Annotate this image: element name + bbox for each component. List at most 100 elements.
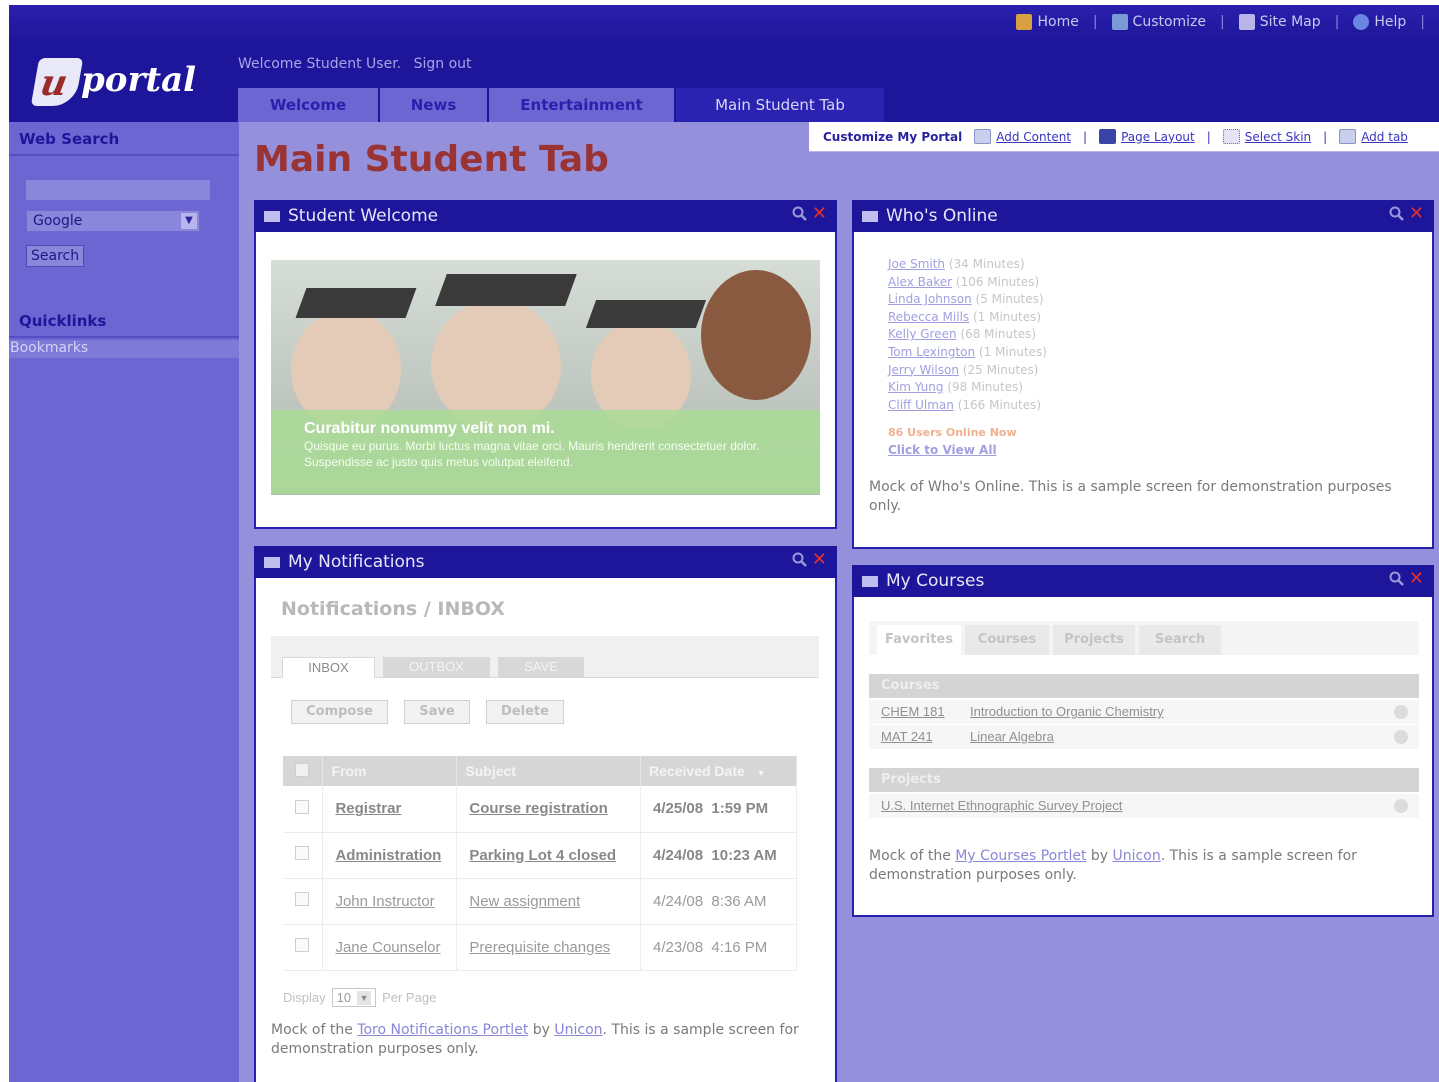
course-code-link[interactable]: MAT 241 xyxy=(881,729,933,744)
table-row[interactable]: Registrar Course registration 4/25/08 1:… xyxy=(283,786,797,833)
page-size-select[interactable]: 10 ▼ xyxy=(331,988,377,1007)
mock-note: Mock of the Toro Notifications Portlet b… xyxy=(271,1022,799,1057)
user-link[interactable]: Cliff Ulman xyxy=(888,398,954,412)
customize-link[interactable]: Customize xyxy=(1111,14,1206,30)
sender-link[interactable]: Administration xyxy=(335,847,441,864)
close-icon[interactable]: ✕ xyxy=(812,205,827,223)
column-received-date[interactable]: Received Date ▼ xyxy=(640,756,797,786)
row-checkbox[interactable] xyxy=(295,846,309,860)
list-item: Kim Yung (98 Minutes) xyxy=(888,380,1024,395)
home-link[interactable]: Home xyxy=(1016,14,1079,30)
table-row[interactable]: Jane Counselor Prerequisite changes 4/23… xyxy=(283,924,797,971)
utility-links: Home | Customize | Site Map | Help | xyxy=(1016,14,1425,30)
tab-welcome[interactable]: Welcome xyxy=(238,88,378,122)
row-checkbox[interactable] xyxy=(295,799,309,814)
table-row[interactable]: John Instructor New assignment 4/24/08 8… xyxy=(283,878,797,925)
select-all-checkbox[interactable] xyxy=(295,762,309,777)
tab-save[interactable]: SAVE xyxy=(498,657,584,678)
remove-icon[interactable] xyxy=(1394,705,1408,719)
notifications-portlet: My Notifications ✕ Notifications / INBOX… xyxy=(254,546,837,1082)
user-link[interactable]: Kim Yung xyxy=(888,380,944,394)
chevron-down-icon: ▼ xyxy=(181,213,197,229)
focus-icon[interactable] xyxy=(792,552,808,568)
remove-icon[interactable] xyxy=(1394,730,1408,744)
page-layout-icon xyxy=(1099,129,1117,144)
course-name-link[interactable]: Linear Algebra xyxy=(970,729,1054,744)
toro-portlet-link[interactable]: Toro Notifications Portlet xyxy=(357,1022,528,1038)
close-icon[interactable]: ✕ xyxy=(1409,205,1424,223)
separator: | xyxy=(1092,14,1098,30)
tab-main-student[interactable]: Main Student Tab xyxy=(676,88,884,122)
page-title: Main Student Tab xyxy=(254,139,609,180)
column-from[interactable]: From xyxy=(322,756,458,786)
uportal-logo[interactable]: u portal xyxy=(30,52,196,108)
focus-icon[interactable] xyxy=(792,206,808,222)
sender-link[interactable]: Registrar xyxy=(335,800,401,817)
online-count: 86 Users Online Now xyxy=(888,426,1017,439)
web-search-input[interactable] xyxy=(26,180,210,200)
sender-link[interactable]: John Instructor xyxy=(335,893,434,910)
course-code-link[interactable]: CHEM 181 xyxy=(881,704,945,719)
banner-text: Quisque eu purus. Morbi luctus magna vit… xyxy=(304,439,760,469)
sender-link[interactable]: Jane Counselor xyxy=(335,939,440,956)
save-button[interactable]: Save xyxy=(404,700,470,724)
compose-button[interactable]: Compose xyxy=(291,700,388,724)
unicon-link[interactable]: Unicon xyxy=(554,1022,602,1038)
project-link[interactable]: U.S. Internet Ethnographic Survey Projec… xyxy=(881,798,1122,813)
portlet-body: Joe Smith (34 Minutes) Alex Baker (106 M… xyxy=(854,232,1432,547)
received-date: 4/25/08 1:59 PM xyxy=(640,786,797,833)
my-courses-portlet-link[interactable]: My Courses Portlet xyxy=(955,848,1086,864)
portlet-header: Who's Online ✕ xyxy=(852,200,1434,232)
course-name-link[interactable]: Introduction to Organic Chemistry xyxy=(970,704,1164,719)
user-link[interactable]: Tom Lexington xyxy=(888,345,975,359)
user-link[interactable]: Jerry Wilson xyxy=(888,363,959,377)
user-link[interactable]: Kelly Green xyxy=(888,327,957,341)
user-link[interactable]: Joe Smith xyxy=(888,257,945,271)
close-icon[interactable]: ✕ xyxy=(812,551,827,569)
tab-courses[interactable]: Courses xyxy=(965,625,1049,655)
help-link[interactable]: Help xyxy=(1353,14,1406,30)
user-link[interactable]: Rebecca Mills xyxy=(888,310,969,324)
view-all-link[interactable]: Click to View All xyxy=(888,443,997,457)
portlet-header: My Courses ✕ xyxy=(852,565,1434,597)
focus-icon[interactable] xyxy=(1389,571,1405,587)
sign-out-link[interactable]: Sign out xyxy=(414,56,472,72)
quicklink-bookmarks[interactable]: Bookmarks xyxy=(9,340,239,358)
user-link[interactable]: Alex Baker xyxy=(888,275,952,289)
user-link[interactable]: Linda Johnson xyxy=(888,292,972,306)
select-skin-link[interactable]: Select Skin xyxy=(1245,130,1311,144)
add-content-link[interactable]: Add Content xyxy=(996,130,1071,144)
subject-link[interactable]: New assignment xyxy=(469,893,580,910)
row-checkbox[interactable] xyxy=(295,938,309,952)
tab-entertainment[interactable]: Entertainment xyxy=(489,88,674,122)
separator: | xyxy=(1420,14,1425,30)
tab-favorites[interactable]: Favorites xyxy=(877,625,961,655)
close-icon[interactable]: ✕ xyxy=(1409,570,1424,588)
subject-link[interactable]: Course registration xyxy=(469,800,607,817)
notifications-heading: Notifications / INBOX xyxy=(281,598,505,620)
subject-link[interactable]: Parking Lot 4 closed xyxy=(469,847,616,864)
portlet-header: My Notifications ✕ xyxy=(254,546,837,578)
subject-link[interactable]: Prerequisite changes xyxy=(469,939,610,956)
search-engine-select[interactable]: Google ▼ xyxy=(26,210,200,232)
portlet-header: Student Welcome ✕ xyxy=(254,200,837,232)
table-row[interactable]: Administration Parking Lot 4 closed 4/24… xyxy=(283,832,797,879)
left-sidebar: Web Search Google ▼ Search Quicklinks Bo… xyxy=(9,122,239,1082)
tab-projects[interactable]: Projects xyxy=(1053,625,1135,655)
tab-news[interactable]: News xyxy=(380,88,487,122)
remove-icon[interactable] xyxy=(1394,799,1408,813)
page-layout-link[interactable]: Page Layout xyxy=(1121,130,1195,144)
unicon-link[interactable]: Unicon xyxy=(1113,848,1161,864)
list-item: Joe Smith (34 Minutes) xyxy=(888,257,1025,271)
row-checkbox[interactable] xyxy=(295,892,309,906)
tab-inbox[interactable]: INBOX xyxy=(282,657,375,678)
add-tab-link[interactable]: Add tab xyxy=(1361,130,1408,144)
site-map-link[interactable]: Site Map xyxy=(1238,14,1321,30)
column-subject[interactable]: Subject xyxy=(456,756,642,786)
tab-outbox[interactable]: OUTBOX xyxy=(383,657,490,678)
whos-online-portlet: Who's Online ✕ Joe Smith (34 Minutes) Al… xyxy=(852,200,1434,549)
web-search-button[interactable]: Search xyxy=(26,245,85,267)
tab-search[interactable]: Search xyxy=(1139,625,1221,655)
delete-button[interactable]: Delete xyxy=(486,700,564,724)
focus-icon[interactable] xyxy=(1389,206,1405,222)
